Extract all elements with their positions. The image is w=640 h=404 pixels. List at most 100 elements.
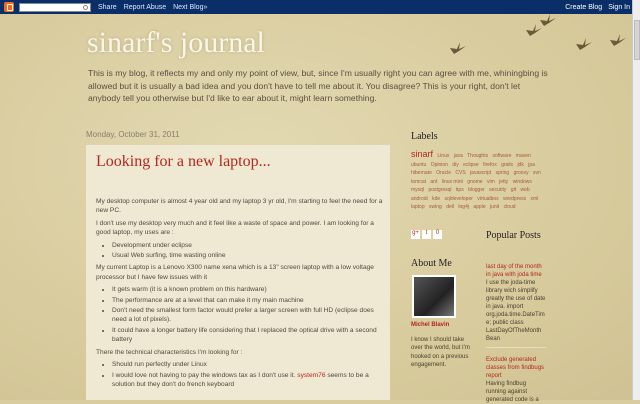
- label-link[interactable]: java: [454, 153, 463, 159]
- label-link[interactable]: swing: [429, 204, 442, 210]
- label-link[interactable]: blogger: [468, 187, 485, 193]
- post-title[interactable]: Looking for a new laptop...: [96, 153, 386, 171]
- label-link[interactable]: maven: [516, 153, 531, 159]
- label-link[interactable]: svn: [533, 170, 541, 176]
- post-body: My desktop computer is almost 4 year old…: [96, 197, 384, 392]
- label-link[interactable]: tomcat: [411, 179, 426, 185]
- label-link[interactable]: wordpress: [503, 196, 526, 202]
- label-link[interactable]: groovy: [514, 170, 529, 176]
- blog-title[interactable]: sinarf's journal: [87, 26, 387, 60]
- label-link[interactable]: Linux: [437, 153, 449, 159]
- label-link[interactable]: javascript: [470, 170, 491, 176]
- post-paragraph: My desktop computer is almost 4 year old…: [96, 198, 383, 215]
- label-link[interactable]: CVS: [455, 170, 465, 176]
- list-item: Usual Web surfing, time wasting online: [112, 251, 384, 260]
- popular-post-title[interactable]: last day of the month in java with joda …: [486, 263, 546, 279]
- label-link[interactable]: spring: [496, 170, 510, 176]
- label-link[interactable]: virtualbox: [477, 196, 498, 202]
- share-link[interactable]: Share: [98, 4, 117, 11]
- post-date: Monday, October 31, 2011: [86, 130, 180, 139]
- next-blog-link[interactable]: Next Blog»: [173, 4, 207, 11]
- label-link[interactable]: apple: [473, 204, 485, 210]
- tweet-button[interactable]: t: [422, 230, 431, 239]
- share-count: 0: [433, 230, 442, 239]
- label-link[interactable]: jetty: [499, 179, 508, 185]
- blog-post: Looking for a new laptop... My desktop c…: [86, 145, 390, 400]
- label-link[interactable]: cloud: [504, 204, 516, 210]
- label-link[interactable]: postgresql: [428, 187, 451, 193]
- post-paragraph: My current Laptop is a Lenovo X300 name …: [96, 264, 374, 281]
- label-link[interactable]: ubuntu: [411, 162, 426, 168]
- label-link[interactable]: linux mint: [442, 179, 463, 185]
- search-input[interactable]: [19, 2, 91, 12]
- bird-icon: [576, 38, 592, 50]
- sign-in-link[interactable]: Sign In: [608, 4, 630, 11]
- label-link[interactable]: sqldeveloper: [445, 196, 473, 202]
- popular-post: Exclude generated classes from findbugs …: [486, 356, 546, 404]
- system76-link[interactable]: system76: [297, 372, 325, 379]
- profile-avatar[interactable]: [412, 275, 456, 318]
- label-link[interactable]: vim: [487, 179, 495, 185]
- label-link[interactable]: diy: [452, 162, 458, 168]
- label-link[interactable]: kde: [432, 196, 440, 202]
- share-buttons: g+ t 0: [411, 230, 451, 239]
- list-item: Don't need the smallest form factor woul…: [112, 306, 384, 325]
- label-link[interactable]: grails: [501, 162, 513, 168]
- label-link[interactable]: software: [493, 153, 512, 159]
- labels-heading: Labels: [411, 131, 438, 142]
- report-abuse-link[interactable]: Report Abuse: [124, 4, 166, 11]
- label-link[interactable]: git: [511, 187, 516, 193]
- label-link[interactable]: security: [489, 187, 506, 193]
- search-icon[interactable]: [83, 4, 88, 10]
- blogger-logo-icon[interactable]: [4, 2, 14, 12]
- label-link[interactable]: log4j: [458, 204, 469, 210]
- label-link[interactable]: ant: [430, 179, 437, 185]
- label-link[interactable]: Thoughts: [467, 153, 488, 159]
- bird-icon: [540, 14, 556, 26]
- req-text: I would love not having to pay the windo…: [112, 371, 298, 379]
- bird-icon: [610, 34, 626, 46]
- label-link[interactable]: tips: [456, 187, 464, 193]
- list-item: The performance are at a level that can …: [112, 296, 384, 305]
- list-item: I would love not having to pay the windo…: [112, 371, 384, 390]
- popular-post-title[interactable]: Exclude generated classes from findbugs …: [486, 356, 546, 380]
- popular-posts-list: last day of the month in java with joda …: [486, 263, 546, 404]
- label-link[interactable]: sinarf: [411, 149, 433, 159]
- label-link[interactable]: dell: [446, 204, 454, 210]
- label-link[interactable]: firefox: [483, 162, 497, 168]
- google-plus-button[interactable]: g+: [411, 230, 420, 239]
- label-link[interactable]: hibernate: [411, 170, 432, 176]
- label-cloud: sinarf Linux java Thoughts software mave…: [411, 150, 549, 212]
- label-link[interactable]: android: [411, 196, 428, 202]
- label-link[interactable]: eclipse: [463, 162, 479, 168]
- uses-list: Development under eclipse Usual Web surf…: [112, 241, 384, 261]
- list-item: Should run perfectly under Linux: [112, 360, 384, 369]
- blogger-navbar: Share Report Abuse Next Blog» Create Blo…: [0, 0, 632, 14]
- popular-post-excerpt: I use the joda-time library wich simplif…: [486, 280, 546, 342]
- label-link[interactable]: web: [520, 187, 529, 193]
- popular-post: last day of the month in java with joda …: [486, 263, 546, 348]
- scrollbar-thumb[interactable]: [634, 20, 640, 60]
- scrollbar[interactable]: [632, 0, 640, 400]
- post-paragraph: There the technical characteristics I'm …: [96, 348, 243, 356]
- list-item: It gets warm (it is a known problem on t…: [112, 285, 384, 294]
- label-link[interactable]: xml: [531, 196, 539, 202]
- label-link[interactable]: gnome: [467, 179, 482, 185]
- label-link[interactable]: junit: [490, 204, 499, 210]
- profile-name-link[interactable]: Michel Blavin: [411, 322, 481, 328]
- about-heading: About Me: [411, 258, 452, 269]
- popular-post-excerpt: Having findbug running against generated…: [486, 381, 539, 403]
- label-link[interactable]: Oracle: [436, 170, 451, 176]
- label-link[interactable]: laptop: [411, 204, 425, 210]
- label-link[interactable]: mysql: [411, 187, 424, 193]
- blog-description: This is my blog, it reflects my and only…: [88, 68, 548, 103]
- label-link[interactable]: jdk: [517, 162, 523, 168]
- popular-posts-heading: Popular Posts: [486, 230, 541, 241]
- label-link[interactable]: jpa: [528, 162, 535, 168]
- requirements-list: Should run perfectly under Linux I would…: [112, 360, 384, 389]
- label-link[interactable]: Opinion: [431, 162, 448, 168]
- about-text: I know I should take over the world, but…: [411, 337, 470, 368]
- create-blog-link[interactable]: Create Blog: [565, 4, 602, 11]
- bird-icon: [450, 42, 466, 54]
- label-link[interactable]: windows: [513, 179, 532, 185]
